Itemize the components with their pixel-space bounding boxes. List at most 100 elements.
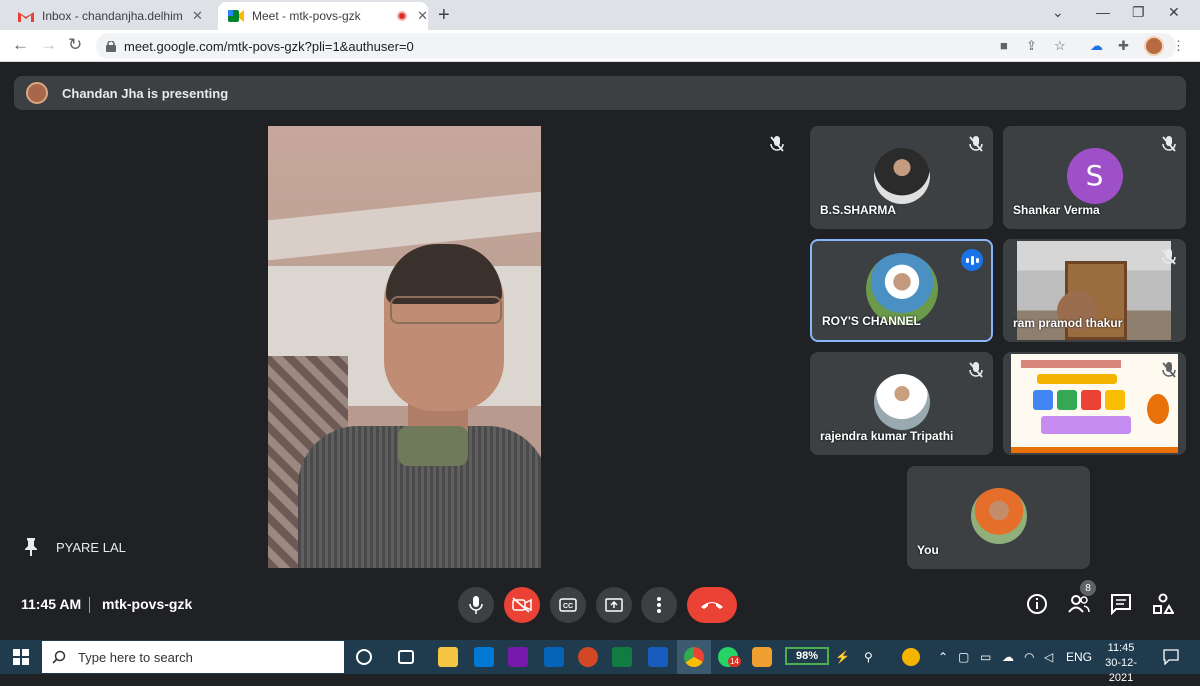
notifications-icon[interactable] [1163,649,1179,665]
volume-icon[interactable]: ◁ [1044,650,1053,664]
battery-icon[interactable]: ▭ [980,650,991,664]
mic-off-icon [1162,249,1176,265]
present-button[interactable] [596,587,632,623]
chevron-down-icon[interactable]: ⌄ [1052,4,1064,21]
participant-name: B.S.SHARMA [820,203,897,217]
mic-off-icon [969,362,983,378]
windows-start-icon[interactable] [13,649,29,665]
tab-title: Inbox - chandanjha.delhimt@gm [42,9,182,23]
svg-text:CC: CC [563,603,573,610]
mic-off-icon [1162,136,1176,152]
pinned-video[interactable] [268,126,541,568]
captions-button[interactable]: CC [550,587,586,623]
onedrive-icon[interactable]: ☁ [1002,650,1014,664]
meet-icon [228,10,244,22]
chrome-icon[interactable] [684,647,704,667]
cloud-app-icon[interactable] [752,647,772,667]
activities-icon[interactable] [1152,593,1174,615]
weather-icon[interactable] [902,648,920,666]
close-window-button[interactable]: ✕ [1168,4,1180,21]
powerpoint-icon[interactable] [578,647,598,667]
cortana-icon[interactable] [356,649,372,665]
call-end-icon [701,602,723,609]
avatar[interactable] [1144,36,1164,56]
participant-tile[interactable]: ROY'S CHANNEL [810,239,993,342]
restore-button[interactable]: ❐ [1132,4,1145,21]
microphone-button[interactable] [458,587,494,623]
onenote-icon[interactable] [508,647,528,667]
self-tile[interactable]: You [907,466,1090,569]
publisher-icon[interactable] [612,647,632,667]
camera-icon[interactable]: ■ [1000,38,1008,53]
clock-date: 30-12-2021 [1105,657,1137,684]
cloud-icon[interactable]: ☁ [1090,38,1103,54]
participant-name: You [917,543,939,557]
power-plug-icon: ⚡ [835,650,850,664]
avatar: S [1066,147,1123,204]
address-bar[interactable]: meet.google.com/mtk-povs-gzk?pli=1&authu… [96,33,1176,59]
camera-off-icon [512,597,532,613]
presenting-banner: Chandan Jha is presenting [14,76,1186,110]
back-icon[interactable]: ← [12,35,29,55]
meeting-code: mtk-povs-gzk [102,596,193,612]
tab-meet[interactable]: Meet - mtk-povs-gzk ✕ [218,2,428,30]
avatar [873,373,930,430]
meeting-time: 11:45 AM [21,596,82,612]
mic-off-icon [969,136,983,152]
participant-tile[interactable]: ram pramod thakur [1003,239,1186,342]
info-icon[interactable] [1026,593,1048,615]
chat-icon[interactable] [1110,593,1132,615]
new-tab-button[interactable]: + [438,4,450,27]
present-screen-icon [605,598,623,612]
close-icon[interactable]: ✕ [417,8,428,24]
menu-icon[interactable]: ⋮ [1172,38,1185,54]
notification-badge: 14 [728,656,741,667]
pinned-name: PYARE LAL [56,539,126,555]
participant-name: ROY'S CHANNEL [822,314,921,328]
tab-gmail[interactable]: Inbox - chandanjha.delhimt@gm ✕ [8,2,218,30]
store-icon[interactable] [474,647,494,667]
avatar [873,147,930,204]
more-vert-icon [657,597,661,613]
task-view-icon[interactable] [398,650,414,664]
language-indicator[interactable]: ENG [1066,650,1092,664]
system-clock[interactable]: 11:45 30-12-2021 [1097,641,1145,686]
share-icon[interactable]: ⇪ [1026,38,1037,54]
browser-toolbar: ← → ↻ meet.google.com/mtk-povs-gzk?pli=1… [0,30,1200,62]
captions-icon: CC [559,598,577,612]
camera-off-button[interactable] [504,587,540,623]
mic-off-icon [770,136,784,152]
extensions-icon[interactable]: ✚ [1118,38,1129,54]
file-explorer-icon[interactable] [438,647,458,667]
participant-name: ram pramod thakur [1013,316,1123,330]
close-icon[interactable]: ✕ [192,8,203,24]
pin-icon[interactable] [24,538,38,556]
star-icon[interactable]: ☆ [1054,38,1066,54]
presentation-tile[interactable] [1003,352,1186,455]
device-icon[interactable]: ▢ [958,650,969,664]
microphone-icon [469,596,483,614]
people-tray-icon[interactable]: ⚲ [864,650,873,664]
forward-icon[interactable]: → [40,35,57,55]
divider [89,597,90,613]
speaking-indicator-icon [961,249,983,271]
participant-tile[interactable]: B.S.SHARMA [810,126,993,229]
more-options-button[interactable] [641,587,677,623]
reload-icon[interactable]: ↻ [68,35,82,55]
wifi-icon[interactable]: ◠ [1024,650,1034,664]
person-collar [398,426,468,466]
participant-tile[interactable]: S Shankar Verma [1003,126,1186,229]
browser-tab-strip: Inbox - chandanjha.delhimt@gm ✕ Meet - m… [0,0,1200,30]
word-icon[interactable] [648,647,668,667]
lock-icon [106,40,116,52]
participant-tile[interactable]: rajendra kumar Tripathi [810,352,993,455]
presentation-slide [1011,354,1178,453]
outlook-icon[interactable] [544,647,564,667]
gmail-icon [18,12,34,22]
people-icon[interactable] [1068,593,1090,615]
battery-indicator: 98% [785,647,829,665]
leave-call-button[interactable] [687,587,737,623]
minimize-button[interactable]: — [1096,4,1110,20]
taskbar-search-box[interactable]: Type here to search [42,641,344,673]
chevron-up-icon[interactable]: ⌃ [938,650,948,664]
